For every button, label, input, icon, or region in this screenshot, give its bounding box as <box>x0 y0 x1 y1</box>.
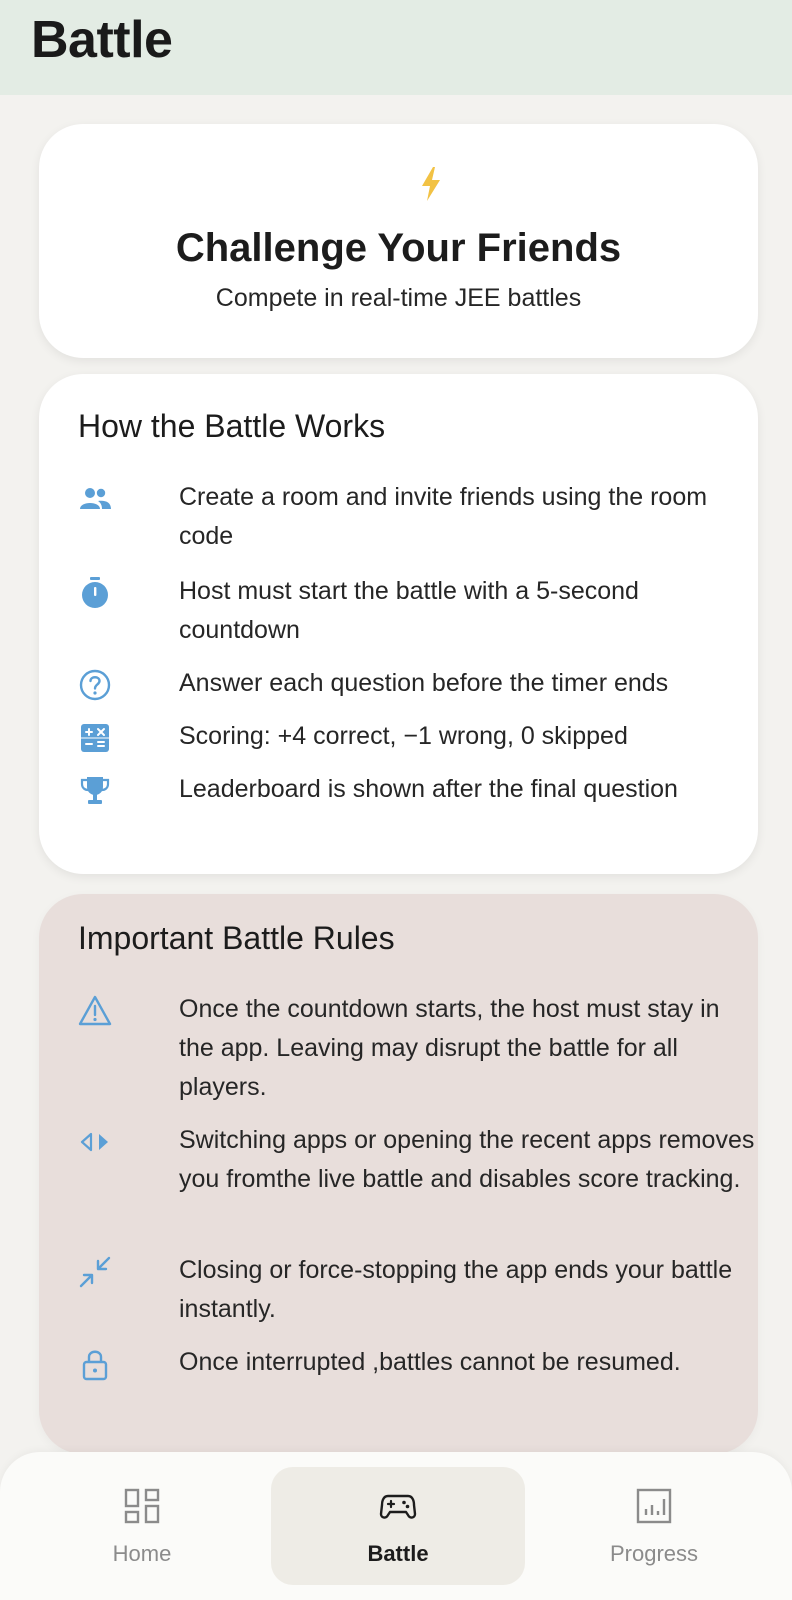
warning-icon <box>78 995 112 1026</box>
challenge-card: Challenge Your Friends Compete in real-t… <box>39 124 758 358</box>
page-title: Battle <box>31 11 173 69</box>
nav-label-home: Home <box>112 1541 172 1566</box>
people-icon <box>80 488 111 509</box>
nav-item-home[interactable]: Home <box>15 1467 269 1585</box>
section-title-rules: Important Battle Rules <box>78 920 395 956</box>
item-text: Once interrupted ,battles cannot be resu… <box>179 1348 681 1376</box>
hero-subtitle: Compete in real-time JEE battles <box>215 284 582 312</box>
rules-card: Important Battle Rules Once the countdow… <box>39 894 758 1454</box>
item-text: Host must start the battle with a 5-seco… <box>179 577 639 644</box>
item-text: Closing or force-stopping the app ends y… <box>179 1256 733 1323</box>
app-bar: Battle <box>0 0 792 95</box>
item-text: Create a room and invite friends using t… <box>179 483 708 550</box>
question-circle-icon <box>79 669 111 701</box>
hero-title: Challenge Your Friends <box>175 226 622 270</box>
item-text: Answer each question before the timer en… <box>179 669 669 697</box>
nav-label-progress: Progress <box>609 1541 699 1566</box>
gamepad-icon <box>379 1494 417 1519</box>
stopwatch-icon <box>82 577 108 608</box>
switch-arrows-icon <box>80 1132 108 1152</box>
nav-item-progress[interactable]: Progress <box>527 1467 781 1585</box>
item-text: Scoring: +4 correct, −1 wrong, 0 skipped <box>179 722 628 750</box>
lock-icon <box>82 1350 108 1381</box>
nav-item-battle[interactable]: Battle <box>271 1467 525 1585</box>
close-fullscreen-icon <box>79 1256 111 1288</box>
nav-label-battle: Battle <box>367 1541 429 1566</box>
lightning-bolt-icon <box>422 167 440 201</box>
how-it-works-card: How the Battle Works Create a room and i… <box>39 374 758 874</box>
item-text: Once the countdown starts, the host must… <box>179 995 720 1101</box>
item-text: Leaderboard is shown after the final que… <box>179 775 678 803</box>
item-text: Switching apps or opening the recent app… <box>179 1126 755 1193</box>
bottom-nav: Home Battle Progress <box>0 1452 792 1600</box>
dashboard-icon <box>124 1488 160 1524</box>
chart-icon <box>636 1488 672 1524</box>
section-title-how: How the Battle Works <box>78 408 386 444</box>
trophy-icon <box>80 777 110 804</box>
calculator-icon <box>81 724 109 752</box>
